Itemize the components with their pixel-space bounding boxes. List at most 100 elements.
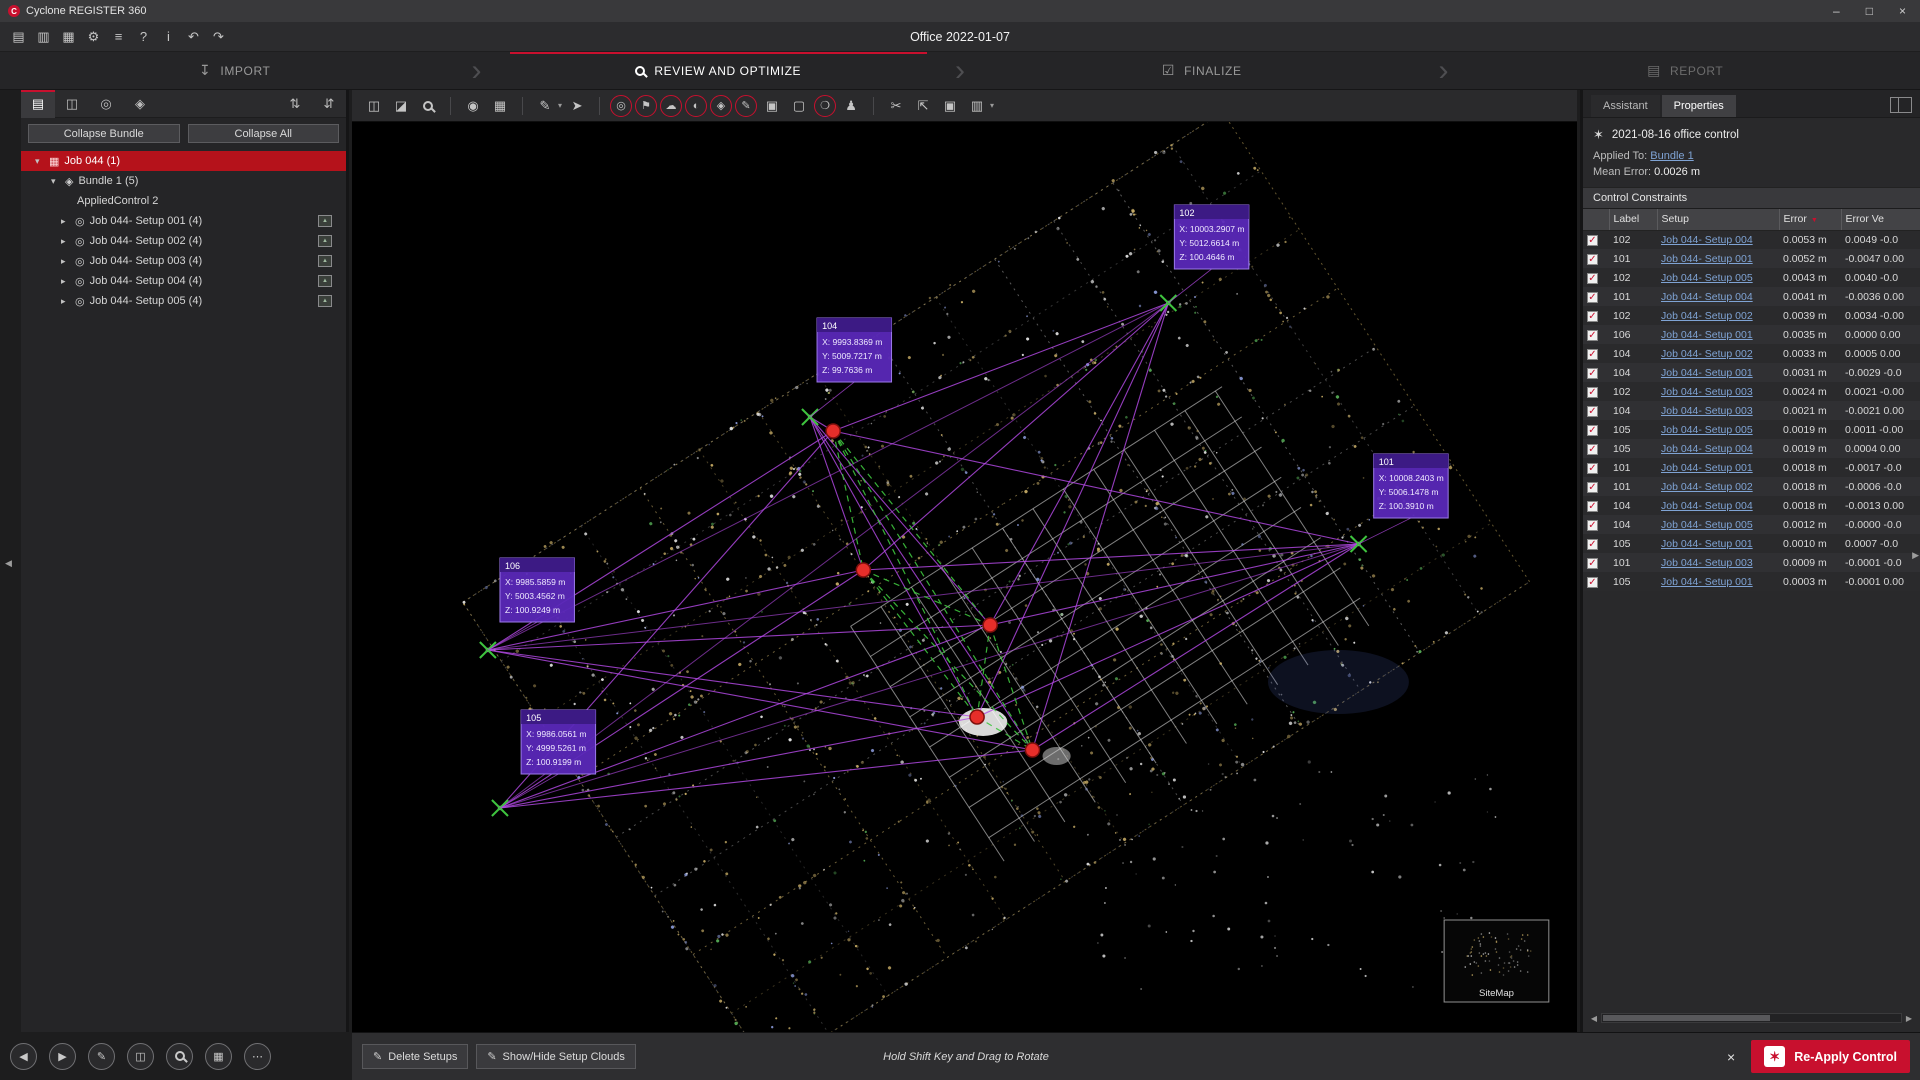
tab-control[interactable]: ◈ bbox=[123, 90, 157, 118]
add-image-icon[interactable]: ▣ bbox=[760, 94, 784, 118]
new-project-icon[interactable]: ▥ bbox=[31, 25, 56, 48]
expand-caret-icon[interactable]: ▾ bbox=[35, 156, 44, 167]
info-icon[interactable]: i bbox=[156, 25, 181, 48]
setup-node-3[interactable] bbox=[983, 618, 997, 632]
constraint-row[interactable]: ✓102Job 044- Setup 0030.0024 m0.0021 -0.… bbox=[1583, 382, 1920, 401]
control-label-104[interactable]: 104X: 9993.8369 mY: 5009.7217 mZ: 99.763… bbox=[817, 318, 891, 382]
constraint-checkbox[interactable]: ✓ bbox=[1587, 520, 1598, 531]
constraint-checkbox[interactable]: ✓ bbox=[1587, 292, 1598, 303]
constraint-row[interactable]: ✓104Job 044- Setup 0010.0031 m-0.0029 -0… bbox=[1583, 363, 1920, 382]
sort-ascending-icon[interactable]: ⇅ bbox=[278, 90, 312, 118]
tree-job-row[interactable]: ▾ ▦ Job 044 (1) bbox=[21, 151, 346, 171]
tree-setup-row[interactable]: ▸◎Job 044- Setup 005 (4)▲ bbox=[21, 291, 346, 311]
setup-link[interactable]: Job 044- Setup 001 bbox=[1661, 367, 1753, 379]
setup-link[interactable]: Job 044- Setup 003 bbox=[1661, 386, 1753, 398]
control-label-106[interactable]: 106X: 9985.5859 mY: 5003.4562 mZ: 100.92… bbox=[500, 558, 574, 622]
close-button[interactable]: × bbox=[1899, 4, 1906, 18]
constraint-checkbox[interactable]: ✓ bbox=[1587, 482, 1598, 493]
tab-assistant[interactable]: Assistant bbox=[1591, 95, 1660, 117]
thumbnail-grid-button[interactable]: ▦ bbox=[205, 1043, 232, 1070]
setup-link[interactable]: Job 044- Setup 002 bbox=[1661, 348, 1753, 360]
workflow-step-review-and-optimize[interactable]: REVIEW AND OPTIMIZE bbox=[484, 52, 954, 89]
dropdown-caret-icon[interactable]: ▾ bbox=[558, 101, 562, 110]
layout-panes-icon[interactable]: ▥ bbox=[965, 94, 989, 118]
constraint-row[interactable]: ✓101Job 044- Setup 0030.0009 m-0.0001 -0… bbox=[1583, 553, 1920, 572]
more-options-button[interactable]: ⋯ bbox=[244, 1043, 271, 1070]
setup-thumbnail-icon[interactable]: ▲ bbox=[318, 295, 332, 307]
setup-link[interactable]: Job 044- Setup 001 bbox=[1661, 576, 1753, 588]
viewport-3d[interactable]: 102X: 10003.2907 mY: 5012.6614 mZ: 100.4… bbox=[352, 122, 1577, 1032]
constraint-row[interactable]: ✓104Job 044- Setup 0050.0012 m-0.0000 -0… bbox=[1583, 515, 1920, 534]
constraint-checkbox[interactable]: ✓ bbox=[1587, 501, 1598, 512]
tree-bundle-row[interactable]: ▾ ◈ Bundle 1 (5) bbox=[21, 171, 346, 191]
tab-properties[interactable]: Properties bbox=[1662, 95, 1736, 117]
constraint-checkbox[interactable]: ✓ bbox=[1587, 577, 1598, 588]
constraint-row[interactable]: ✓106Job 044- Setup 0010.0035 m0.0000 0.0… bbox=[1583, 325, 1920, 344]
add-cloud-icon[interactable]: ☁ bbox=[660, 95, 682, 117]
save-project-icon[interactable]: ▦ bbox=[56, 25, 81, 48]
setup-link[interactable]: Job 044- Setup 004 bbox=[1661, 500, 1753, 512]
column-label[interactable]: Label bbox=[1609, 209, 1657, 230]
constraint-checkbox[interactable]: ✓ bbox=[1587, 387, 1598, 398]
setup-link[interactable]: Job 044- Setup 004 bbox=[1661, 234, 1753, 246]
workflow-step-finalize[interactable]: ☑FINALIZE bbox=[967, 52, 1437, 89]
control-label-101[interactable]: 101X: 10008.2403 mY: 5006.1478 mZ: 100.3… bbox=[1374, 454, 1448, 518]
show-hide-setup-clouds-button[interactable]: ✎ Show/Hide Setup Clouds bbox=[476, 1044, 636, 1069]
cut-section-icon[interactable]: ✂ bbox=[884, 94, 908, 118]
expand-caret-icon[interactable]: ▸ bbox=[61, 216, 70, 227]
reapply-control-button[interactable]: ✶ Re-Apply Control bbox=[1751, 1040, 1910, 1073]
snapshot-icon[interactable]: ▣ bbox=[938, 94, 962, 118]
setup-thumbnail-icon[interactable]: ▲ bbox=[318, 215, 332, 227]
constraint-row[interactable]: ✓102Job 044- Setup 0050.0043 m0.0040 -0.… bbox=[1583, 268, 1920, 287]
collapse-sidebar-icon[interactable]: ◀ bbox=[5, 558, 12, 569]
tree-setup-row[interactable]: ▸◎Job 044- Setup 004 (4)▲ bbox=[21, 271, 346, 291]
constraint-checkbox[interactable]: ✓ bbox=[1587, 235, 1598, 246]
panel-layout-icon[interactable] bbox=[1890, 97, 1912, 113]
setup-link[interactable]: Job 044- Setup 001 bbox=[1661, 253, 1753, 265]
constraint-row[interactable]: ✓101Job 044- Setup 0010.0018 m-0.0017 -0… bbox=[1583, 458, 1920, 477]
expand-caret-icon[interactable]: ▸ bbox=[61, 256, 70, 267]
constraint-checkbox[interactable]: ✓ bbox=[1587, 463, 1598, 474]
filter-icon[interactable]: ▼ bbox=[1811, 217, 1818, 224]
workflow-step-report[interactable]: ▤REPORT bbox=[1451, 52, 1920, 89]
constraint-checkbox[interactable]: ✓ bbox=[1587, 349, 1598, 360]
control-label-102[interactable]: 102X: 10003.2907 mY: 5012.6614 mZ: 100.4… bbox=[1174, 205, 1248, 269]
annotate-button[interactable]: ✎ bbox=[88, 1043, 115, 1070]
constraint-row[interactable]: ✓104Job 044- Setup 0030.0021 m-0.0021 0.… bbox=[1583, 401, 1920, 420]
undo-icon[interactable]: ↶ bbox=[181, 25, 206, 48]
help-icon[interactable]: ? bbox=[131, 25, 156, 48]
open-project-icon[interactable]: ▤ bbox=[6, 25, 31, 48]
scroll-right-icon[interactable]: ▶ bbox=[1904, 1014, 1914, 1023]
setup-link[interactable]: Job 044- Setup 003 bbox=[1661, 557, 1753, 569]
setup-link[interactable]: Job 044- Setup 003 bbox=[1661, 405, 1753, 417]
constraint-checkbox[interactable]: ✓ bbox=[1587, 406, 1598, 417]
add-camera-icon[interactable]: ▢ bbox=[787, 94, 811, 118]
constraint-row[interactable]: ✓105Job 044- Setup 0040.0019 m0.0004 0.0… bbox=[1583, 439, 1920, 458]
copy-view-icon[interactable]: ◫ bbox=[362, 94, 386, 118]
setup-link[interactable]: Job 044- Setup 002 bbox=[1661, 481, 1753, 493]
measure-icon[interactable]: ✎ bbox=[533, 94, 557, 118]
tab-links[interactable]: ◫ bbox=[55, 90, 89, 118]
visible-stations-icon[interactable]: ◉ bbox=[461, 94, 485, 118]
add-target-icon[interactable]: ◎ bbox=[610, 95, 632, 117]
maximize-button[interactable]: □ bbox=[1866, 4, 1873, 18]
constraint-row[interactable]: ✓104Job 044- Setup 0040.0018 m-0.0013 0.… bbox=[1583, 496, 1920, 515]
setup-link[interactable]: Job 044- Setup 004 bbox=[1661, 443, 1753, 455]
add-person-icon[interactable]: ♟ bbox=[839, 94, 863, 118]
sitemap-minimap[interactable]: SiteMap bbox=[1444, 920, 1549, 1002]
setup-node-2[interactable] bbox=[856, 563, 870, 577]
workflow-step-import[interactable]: ↧IMPORT bbox=[0, 52, 470, 89]
close-hint-icon[interactable]: × bbox=[1727, 1049, 1735, 1065]
expand-caret-icon[interactable]: ▸ bbox=[61, 276, 70, 287]
add-location-icon[interactable]: ❍ bbox=[814, 95, 836, 117]
select-arrow-icon[interactable]: ➤ bbox=[565, 94, 589, 118]
setup-thumbnail-icon[interactable]: ▲ bbox=[318, 255, 332, 267]
grid-icon[interactable]: ▦ bbox=[488, 94, 512, 118]
redo-icon[interactable]: ↷ bbox=[206, 25, 231, 48]
minimize-button[interactable]: – bbox=[1833, 4, 1840, 18]
setup-link[interactable]: Job 044- Setup 005 bbox=[1661, 272, 1753, 284]
setup-thumbnail-icon[interactable]: ▲ bbox=[318, 235, 332, 247]
expand-caret-icon[interactable]: ▸ bbox=[61, 236, 70, 247]
add-mesh-icon[interactable]: ◈ bbox=[710, 95, 732, 117]
scroll-left-icon[interactable]: ◀ bbox=[1589, 1014, 1599, 1023]
